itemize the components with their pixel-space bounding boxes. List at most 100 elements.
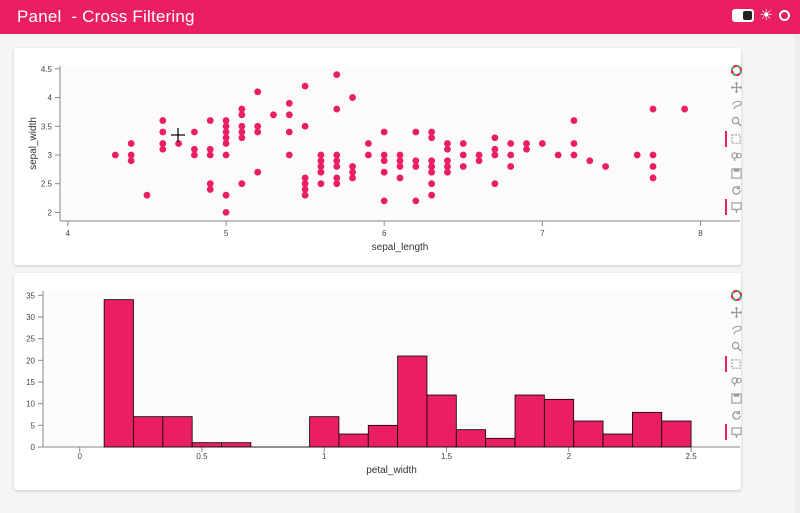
histogram-bar [573,420,604,448]
scatter-point [475,151,483,159]
x-tick-label: 1 [322,452,327,461]
scatter-point [380,197,388,205]
scatter-point [428,128,436,136]
scatter-point [649,105,657,113]
scatter-point [222,117,230,124]
scatter-point [428,180,436,188]
x-axis-label: petal_width [366,465,417,476]
y-tick-label: 4.5 [41,65,53,74]
scatter-point [159,128,167,136]
histogram-card: 0 5 10 15 20 25 30 35 0 0.5 1 1.5 2 2.5 petal_width [14,273,741,490]
scatter-point [270,111,277,119]
histogram-bar [309,416,340,448]
scatter-point [333,151,341,159]
scatter-point [507,163,515,170]
scatter-point [238,105,246,113]
page-scrollbar[interactable] [795,34,800,513]
x-tick-label: 2 [567,452,572,461]
scatter-point [191,145,198,153]
y-tick-label: 2.5 [41,180,53,189]
x-tick-label: 1.5 [441,452,453,461]
scatter-point [349,163,356,170]
y-tick-label: 5 [31,421,36,430]
scatter-point [127,140,135,147]
x-tick-label: 5 [224,229,229,238]
scatter-point [491,180,499,188]
scatter-point [444,157,451,165]
scatter-point [254,122,262,130]
scatter-point [301,82,309,90]
scatter-point [333,71,341,79]
y-tick-label: 35 [26,291,35,300]
scatter-point [285,111,293,119]
scatter-point [159,140,167,147]
scatter-point [206,180,214,188]
save-icon[interactable] [726,390,746,406]
x-tick-label: 0.5 [196,452,208,461]
box-select-icon[interactable] [725,356,746,372]
theme-toggle[interactable] [731,9,754,22]
scatter-point [317,151,325,159]
y-tick-label: 25 [26,335,35,344]
scatter-point [459,140,467,147]
hover-icon[interactable] [725,199,746,215]
x-tick-label: 7 [540,229,545,238]
scatter-point [570,151,578,159]
pan-icon[interactable] [726,304,746,320]
reset-icon[interactable] [726,407,746,423]
scatter-point [507,151,515,159]
histogram-bar [455,429,487,448]
scatter-point [301,174,309,182]
scatter-point [238,122,246,130]
reset-icon[interactable] [726,182,746,198]
y-tick-label: 15 [26,378,35,387]
scatter-point [143,191,151,199]
scatter-point [428,191,436,199]
scatter-point [412,128,420,136]
y-axis-label: sepal_width [28,117,39,170]
scatter-point [333,174,341,182]
scatter-point [380,168,388,176]
y-tick-label: 30 [26,313,35,322]
histogram-bar [133,416,164,448]
histogram-bar [397,355,428,448]
bokeh-logo-icon[interactable] [726,287,746,303]
histogram-plot[interactable]: 0 5 10 15 20 25 30 35 0 0.5 1 1.5 2 2.5 petal_width [14,273,741,490]
scatter-point [206,117,214,124]
pan-icon[interactable] [726,79,746,95]
scatter-point [380,128,388,136]
scatter-plot[interactable]: 4 5 6 7 8 2 2.5 3 3.5 4 4.5 sepal_length sepal_width [14,48,741,265]
zoom-icon[interactable] [726,338,746,354]
y-tick-label: 3.5 [41,122,53,131]
sun-icon[interactable]: ☀ [760,8,773,23]
y-tick-label: 4 [48,94,53,103]
wheel-zoom-icon[interactable] [726,373,746,389]
scatter-point [538,140,546,147]
save-icon[interactable] [726,165,746,181]
scatter-point [570,140,578,147]
bokeh-logo-icon[interactable] [726,62,746,78]
toggle-knob [742,11,752,20]
scatter-point [364,151,372,159]
y-tick-label: 2 [48,208,53,217]
scatter-point [191,128,198,136]
histogram-bar [485,437,516,448]
hover-icon[interactable] [725,424,746,440]
histogram-bar [661,420,692,448]
lasso-select-icon[interactable] [726,96,746,112]
y-tick-label: 3 [48,151,53,160]
scatter-point [285,151,293,159]
y-tick-label: 20 [26,356,35,365]
scatter-point [317,180,325,188]
scatter-point [523,140,530,147]
scatter-point [491,145,499,153]
histogram-bar [191,442,222,448]
scatter-point [127,151,135,159]
wheel-zoom-icon[interactable] [726,148,746,164]
box-select-icon[interactable] [725,131,746,147]
scatter-point [507,140,515,147]
zoom-icon[interactable] [726,113,746,129]
moon-icon[interactable] [779,10,790,21]
histogram-bar [367,424,399,448]
lasso-select-icon[interactable] [726,321,746,337]
